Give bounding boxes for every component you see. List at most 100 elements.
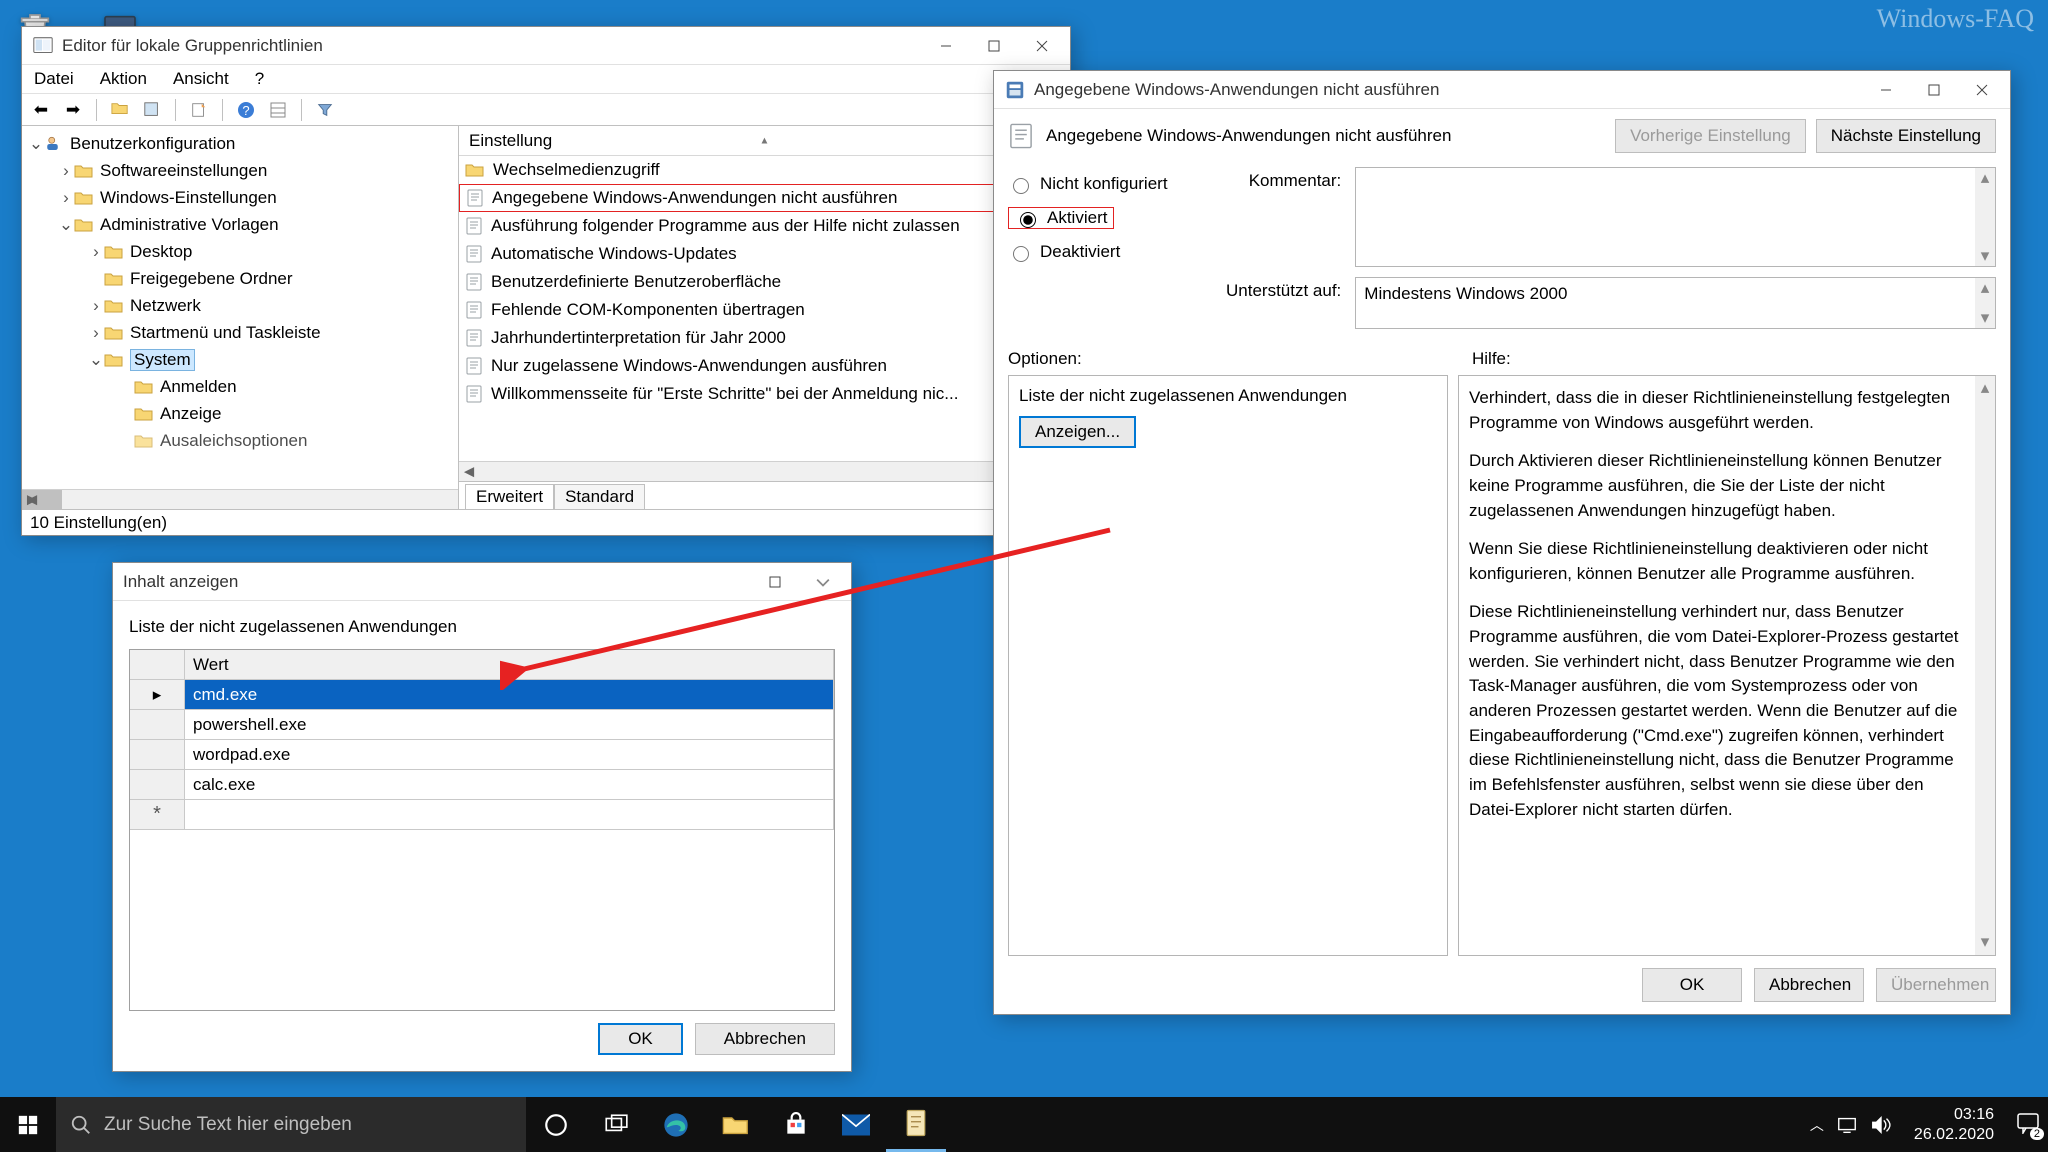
close-button[interactable] <box>1018 28 1066 64</box>
help-label: Hilfe: <box>1472 343 1996 375</box>
tree-login[interactable]: Anmelden <box>160 377 237 397</box>
ok-button[interactable]: OK <box>598 1023 683 1055</box>
grid-cell[interactable]: powershell.exe <box>185 710 834 740</box>
tree-startmenu[interactable]: Startmenü und Taskleiste <box>130 323 321 343</box>
cancel-button[interactable]: Abbrechen <box>1754 968 1864 1002</box>
up-button[interactable] <box>107 97 133 123</box>
menu-help[interactable]: ? <box>249 69 270 89</box>
ok-button[interactable]: OK <box>1642 968 1742 1002</box>
grid-icon[interactable] <box>265 97 291 123</box>
menu-action[interactable]: Aktion <box>94 69 153 89</box>
gpe-list: Einstellung Wechselmedienzugriff Angegeb… <box>459 126 1070 509</box>
action-center-icon[interactable]: 2 <box>2016 1112 2040 1138</box>
mail-icon[interactable] <box>826 1097 886 1152</box>
help-scrollbar[interactable]: ▴▾ <box>1975 376 1995 955</box>
list-item[interactable]: Fehlende COM-Komponenten übertragen <box>459 296 1070 324</box>
maximize-button[interactable] <box>970 28 1018 64</box>
prev-setting-button[interactable]: Vorherige Einstellung <box>1615 119 1806 153</box>
grid-cell[interactable]: cmd.exe <box>185 680 834 710</box>
tree-admin-templates[interactable]: Administrative Vorlagen <box>100 215 279 235</box>
close-button[interactable] <box>1958 72 2006 108</box>
show-list-button[interactable]: Anzeigen... <box>1019 416 1136 448</box>
policy-icon <box>1004 79 1026 101</box>
system-tray[interactable]: ︿ 03:16 26.02.2020 2 <box>1802 1097 2048 1152</box>
watermark: Windows-FAQ <box>1877 4 2034 34</box>
radio-disabled[interactable]: Deaktiviert <box>1008 241 1206 263</box>
grid-cell[interactable]: calc.exe <box>185 770 834 800</box>
explorer-icon[interactable] <box>706 1097 766 1152</box>
edge-icon[interactable] <box>646 1097 706 1152</box>
tree-hscroll[interactable]: ◄► <box>22 489 458 509</box>
supported-textbox: Mindestens Windows 2000▴▾ <box>1355 277 1996 329</box>
list-item-selected[interactable]: Angegebene Windows-Anwendungen nicht aus… <box>459 184 1070 212</box>
next-setting-button[interactable]: Nächste Einstellung <box>1816 119 1996 153</box>
forward-button[interactable]: ➡ <box>60 97 86 123</box>
list-header-setting[interactable]: Einstellung <box>459 126 1070 156</box>
tree-windows-settings[interactable]: Windows-Einstellungen <box>100 188 277 208</box>
cortana-icon[interactable] <box>526 1097 586 1152</box>
maximize-button[interactable] <box>751 564 799 600</box>
supported-label: Unterstützt auf: <box>1226 277 1341 301</box>
row-indicator: ▸ <box>130 680 185 710</box>
list-item[interactable]: Jahrhundertinterpretation für Jahr 2000 <box>459 324 1070 352</box>
list-item[interactable]: Nur zugelassene Windows-Anwendungen ausf… <box>459 352 1070 380</box>
gpe-statusbar: 10 Einstellung(en) <box>22 509 1070 535</box>
apply-button[interactable]: Übernehmen <box>1876 968 1996 1002</box>
tab-extended[interactable]: Erweitert <box>465 484 554 509</box>
list-tabs: Erweitert Standard <box>459 481 1070 509</box>
options-label: Optionen: <box>1008 343 1456 375</box>
store-icon[interactable] <box>766 1097 826 1152</box>
list-item[interactable]: Wechselmedienzugriff <box>459 156 1070 184</box>
grid-cell-new[interactable] <box>185 800 834 830</box>
start-button[interactable] <box>0 1097 56 1152</box>
tree-user-config[interactable]: Benutzerkonfiguration <box>70 134 235 154</box>
gpe-tree[interactable]: ⌄Benutzerkonfiguration ›Softwareeinstell… <box>22 126 459 509</box>
list-item[interactable]: Benutzerdefinierte Benutzeroberfläche <box>459 268 1070 296</box>
list-item[interactable]: Automatische Windows-Updates <box>459 240 1070 268</box>
close-button[interactable] <box>799 564 847 600</box>
gpe-window: Editor für lokale Gruppenrichtlinien Dat… <box>21 26 1071 536</box>
radio-not-configured[interactable]: Nicht konfiguriert <box>1008 173 1206 195</box>
network-icon[interactable] <box>1836 1115 1858 1135</box>
col-header-value[interactable]: Wert <box>185 650 834 680</box>
tree-software[interactable]: Softwareeinstellungen <box>100 161 267 181</box>
minimize-button[interactable] <box>1862 72 1910 108</box>
tab-standard[interactable]: Standard <box>554 484 645 509</box>
taskbar-clock[interactable]: 03:16 26.02.2020 <box>1904 1105 2004 1143</box>
grid-cell[interactable]: wordpad.exe <box>185 740 834 770</box>
help-icon[interactable]: ? <box>233 97 259 123</box>
tree-system[interactable]: System <box>130 349 195 371</box>
filter-icon[interactable] <box>312 97 338 123</box>
tray-chevron-icon[interactable]: ︿ <box>1810 1115 1824 1135</box>
volume-icon[interactable] <box>1870 1115 1892 1135</box>
policy-dialog: Angegebene Windows-Anwendungen nicht aus… <box>993 70 2011 1015</box>
back-button[interactable]: ⬅ <box>28 97 54 123</box>
content-grid[interactable]: Wert ▸cmd.exe powershell.exe wordpad.exe… <box>129 649 835 1011</box>
props-button[interactable] <box>139 97 165 123</box>
running-app-icon[interactable] <box>886 1097 946 1152</box>
export-button[interactable] <box>186 97 212 123</box>
task-view-icon[interactable] <box>586 1097 646 1152</box>
tree-display[interactable]: Anzeige <box>160 404 221 424</box>
menu-view[interactable]: Ansicht <box>167 69 235 89</box>
tree-network[interactable]: Netzwerk <box>130 296 201 316</box>
maximize-button[interactable] <box>1910 72 1958 108</box>
new-row-indicator: * <box>130 800 185 830</box>
list-item[interactable]: Ausführung folgender Programme aus der H… <box>459 212 1070 240</box>
taskbar-search[interactable]: Zur Suche Text hier eingeben <box>56 1097 526 1152</box>
taskbar: Zur Suche Text hier eingeben ︿ 03:16 26.… <box>0 1097 2048 1152</box>
gpe-toolbar: ⬅ ➡ ? <box>22 94 1070 126</box>
tree-shared-folders[interactable]: Freigegebene Ordner <box>130 269 293 289</box>
comment-textbox[interactable]: ▴▾ <box>1355 167 1996 267</box>
list-hscroll[interactable]: ◄► <box>459 461 1070 481</box>
search-icon <box>70 1114 92 1136</box>
list-item[interactable]: Willkommensseite für "Erste Schritte" be… <box>459 380 1070 408</box>
radio-enabled[interactable]: Aktiviert <box>1008 207 1114 229</box>
cancel-button[interactable]: Abbrechen <box>695 1023 835 1055</box>
tree-desktop[interactable]: Desktop <box>130 242 192 262</box>
menu-file[interactable]: Datei <box>28 69 80 89</box>
tree-cutoff[interactable]: Ausaleichsoptionen <box>160 431 307 451</box>
policy-heading: Angegebene Windows-Anwendungen nicht aus… <box>1046 126 1603 146</box>
minimize-button[interactable] <box>922 28 970 64</box>
gpe-title: Editor für lokale Gruppenrichtlinien <box>62 36 922 56</box>
